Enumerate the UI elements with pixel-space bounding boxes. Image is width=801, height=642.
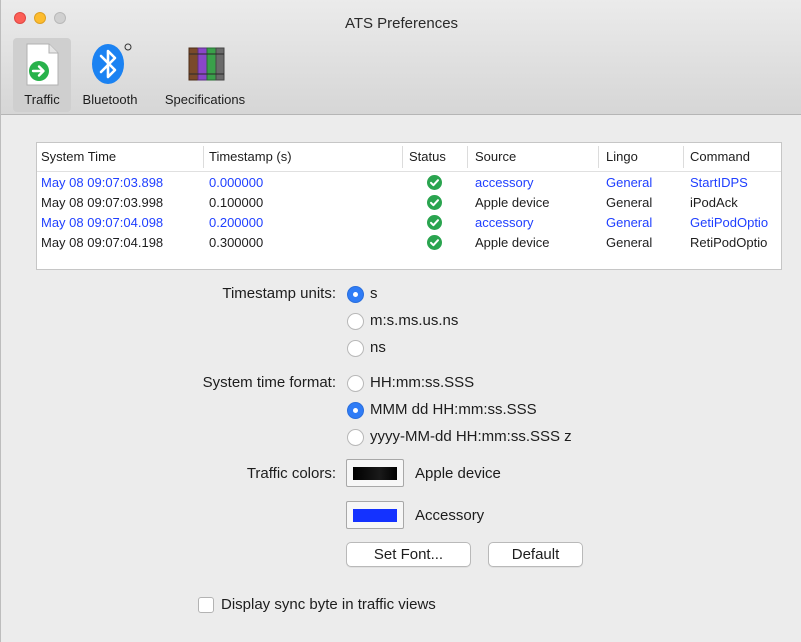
cell-system-time: May 08 09:07:04.198 [41, 235, 164, 250]
timestamp-units-option-label: ns [370, 339, 386, 356]
toolbar-item-label: Traffic [24, 92, 60, 107]
apple-device-color-fill [353, 467, 397, 480]
column-header-lingo[interactable]: Lingo [606, 149, 638, 164]
display-sync-byte-label: Display sync byte in traffic views [221, 596, 436, 613]
cell-timestamp: 0.000000 [209, 175, 264, 190]
toolbar-item-bluetooth[interactable]: Bluetooth [74, 38, 146, 112]
cell-lingo: General [606, 235, 653, 250]
accessory-color-label: Accessory [415, 507, 485, 524]
display-sync-byte-checkbox[interactable] [198, 597, 214, 613]
specifications-books-icon [188, 47, 225, 81]
table-row[interactable]: May 08 09:07:04.198 0.300000 Apple devic… [37, 233, 781, 253]
cell-source: Apple device [475, 195, 550, 210]
time-format-radio-mmmdd[interactable] [347, 402, 364, 419]
table-row[interactable]: May 08 09:07:03.898 0.000000 accessory G… [37, 173, 781, 193]
cell-command: GetiPodOptio [690, 215, 769, 230]
accessory-color-well[interactable] [346, 501, 404, 529]
cell-lingo: General [606, 195, 653, 210]
toolbar-item-traffic[interactable]: Traffic [13, 38, 71, 112]
window-title: ATS Preferences [344, 15, 459, 32]
time-format-radio-hhmmss[interactable] [347, 375, 364, 392]
column-header-source[interactable]: Source [475, 149, 516, 164]
traffic-document-icon [26, 43, 59, 86]
table-header: System Time Timestamp (s) Status Source … [37, 143, 781, 172]
cell-timestamp: 0.100000 [209, 195, 264, 210]
check-icon [427, 235, 442, 250]
check-icon [427, 215, 442, 230]
check-icon [427, 195, 442, 210]
cell-system-time: May 08 09:07:04.098 [41, 215, 164, 230]
timestamp-units-radio-s[interactable] [347, 286, 364, 303]
cell-source: accessory [475, 175, 534, 190]
apple-device-color-well[interactable] [346, 459, 404, 487]
default-button[interactable]: Default [488, 542, 583, 567]
toolbar-item-label: Bluetooth [82, 92, 138, 107]
check-icon [427, 175, 442, 190]
timestamp-units-option-label: m:s.ms.us.ns [370, 312, 459, 329]
time-format-option-label: MMM dd HH:mm:ss.SSS [370, 401, 537, 418]
column-header-command[interactable]: Command [690, 149, 750, 164]
time-format-option-label: HH:mm:ss.SSS [370, 374, 475, 391]
title-bar: ATS Preferences Traffic Bluetooth Specif… [1, 0, 801, 115]
column-header-status[interactable]: Status [409, 149, 446, 164]
accessory-color-fill [353, 509, 397, 522]
system-time-format-label: System time format: [202, 374, 336, 391]
cell-system-time: May 08 09:07:03.898 [41, 175, 164, 190]
preferences-window: ATS Preferences Traffic Bluetooth Specif… [0, 0, 801, 642]
traffic-colors-label: Traffic colors: [246, 465, 336, 482]
toolbar-item-specifications[interactable]: Specifications [151, 38, 259, 112]
time-format-radio-yyyy[interactable] [347, 429, 364, 446]
cell-lingo: General [606, 175, 653, 190]
cell-source: accessory [475, 215, 534, 230]
traffic-log-table[interactable]: System Time Timestamp (s) Status Source … [36, 142, 782, 270]
cell-timestamp: 0.300000 [209, 235, 264, 250]
set-font-button[interactable]: Set Font... [346, 542, 471, 567]
timestamp-units-label: Timestamp units: [222, 285, 336, 302]
timestamp-units-option-label: s [370, 285, 378, 302]
cell-lingo: General [606, 215, 653, 230]
cell-timestamp: 0.200000 [209, 215, 264, 230]
cell-command: iPodAck [690, 195, 738, 210]
apple-device-color-label: Apple device [415, 465, 501, 482]
time-format-option-label: yyyy-MM-dd HH:mm:ss.SSS z [370, 428, 572, 445]
timestamp-units-radio-ns[interactable] [347, 340, 364, 357]
cell-source: Apple device [475, 235, 550, 250]
column-header-system-time[interactable]: System Time [41, 149, 116, 164]
table-row[interactable]: May 08 09:07:04.098 0.200000 accessory G… [37, 213, 781, 233]
column-header-timestamp[interactable]: Timestamp (s) [209, 149, 292, 164]
cell-command: StartIDPS [690, 175, 748, 190]
toolbar-item-label: Specifications [164, 92, 246, 107]
table-row[interactable]: May 08 09:07:03.998 0.100000 Apple devic… [37, 193, 781, 213]
timestamp-units-radio-msusns[interactable] [347, 313, 364, 330]
cell-system-time: May 08 09:07:03.998 [41, 195, 164, 210]
cell-command: RetiPodOptio [690, 235, 768, 250]
bluetooth-icon [92, 43, 132, 84]
